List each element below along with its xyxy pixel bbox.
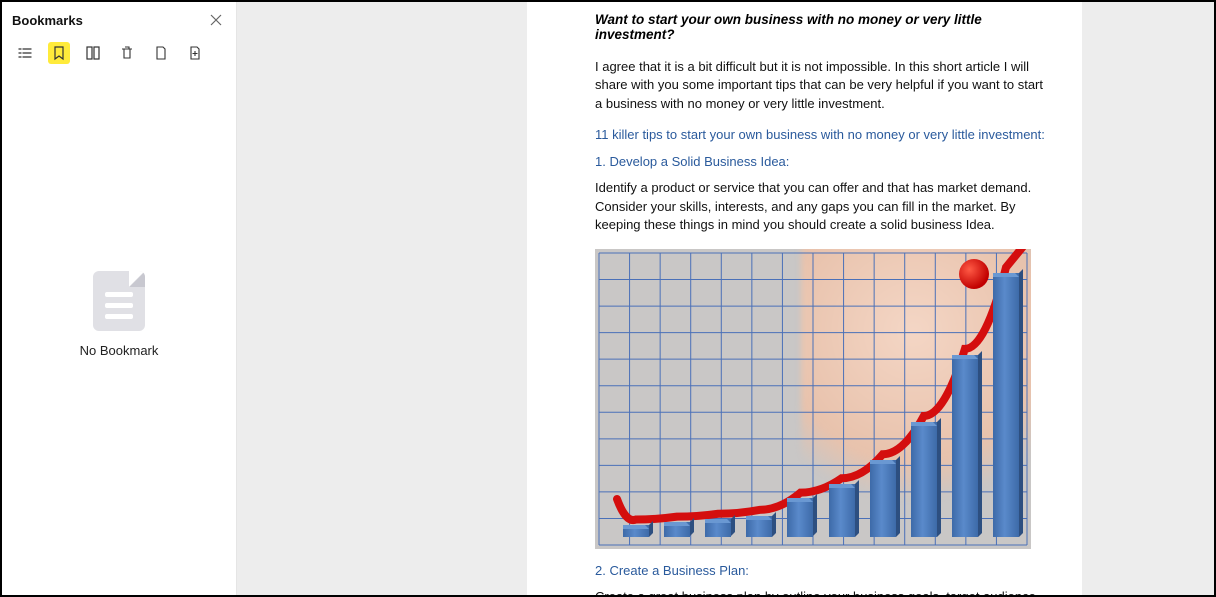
step-1-body: Identify a product or service that you c… [595, 179, 1052, 234]
page-heading: Want to start your own business with no … [595, 12, 1052, 42]
add-page-icon [187, 45, 203, 61]
bar [829, 484, 859, 537]
sidebar-header: Bookmarks [2, 2, 236, 36]
bar [623, 525, 653, 537]
chart-bars [623, 257, 1019, 537]
list-icon [17, 45, 33, 61]
bar [705, 519, 735, 536]
bar [952, 355, 982, 537]
document-page[interactable]: Want to start your own business with no … [527, 2, 1082, 595]
bar [787, 498, 817, 536]
thumbnails-tab[interactable] [82, 42, 104, 64]
marker-tip [959, 259, 989, 289]
sidebar-toolbar [2, 36, 236, 74]
bar [911, 422, 941, 537]
close-sidebar-button[interactable] [206, 10, 226, 30]
bookmarks-sidebar: Bookmarks [2, 2, 237, 595]
step-1-title: 1. Develop a Solid Business Idea: [595, 154, 1052, 169]
bookmarks-tab[interactable] [48, 42, 70, 64]
step-2-title: 2. Create a Business Plan: [595, 563, 1052, 578]
page-button[interactable] [150, 42, 172, 64]
intro-paragraph: I agree that it is a bit difficult but i… [595, 58, 1052, 113]
delete-button[interactable] [116, 42, 138, 64]
add-page-button[interactable] [184, 42, 206, 64]
growth-chart-image [595, 249, 1031, 549]
close-icon [210, 14, 222, 26]
bar [993, 273, 1023, 537]
trash-icon [119, 45, 135, 61]
page-icon [153, 45, 169, 61]
step-2-body: Create a great business plan by outline … [595, 588, 1052, 595]
bar [870, 460, 900, 537]
bar [746, 516, 776, 537]
thumbnails-icon [85, 45, 101, 61]
bookmark-icon [51, 45, 67, 61]
document-placeholder-icon [93, 271, 145, 331]
sidebar-title: Bookmarks [12, 13, 83, 28]
app-root: Bookmarks [2, 2, 1214, 595]
page-gutter-left [237, 2, 527, 595]
empty-state-label: No Bookmark [80, 343, 159, 358]
section-heading: 11 killer tips to start your own busines… [595, 127, 1052, 142]
page-gutter-right [1082, 2, 1214, 595]
outline-tab[interactable] [14, 42, 36, 64]
bar [664, 522, 694, 536]
empty-state: No Bookmark [2, 74, 236, 595]
